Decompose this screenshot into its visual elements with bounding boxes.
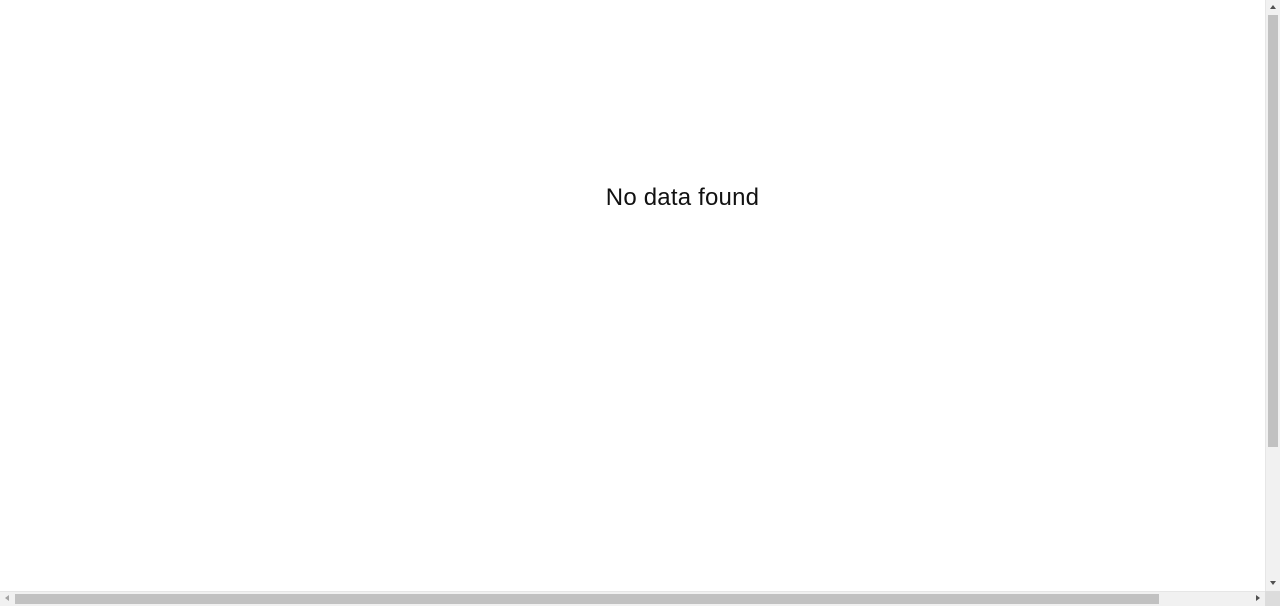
horizontal-scrollbar[interactable] <box>0 591 1265 606</box>
scroll-up-arrow-icon[interactable] <box>1266 0 1280 15</box>
scroll-right-arrow-icon[interactable] <box>1250 592 1265 607</box>
scroll-down-arrow-icon[interactable] <box>1266 576 1280 591</box>
empty-state-message: No data found <box>0 184 1280 212</box>
vertical-scrollbar-thumb[interactable] <box>1268 15 1278 447</box>
scroll-left-arrow-icon[interactable] <box>0 592 15 607</box>
scrollbar-corner <box>1265 591 1280 606</box>
horizontal-scrollbar-thumb[interactable] <box>15 594 1159 604</box>
page-viewport: No data found <box>0 0 1265 591</box>
vertical-scrollbar[interactable] <box>1265 0 1280 591</box>
